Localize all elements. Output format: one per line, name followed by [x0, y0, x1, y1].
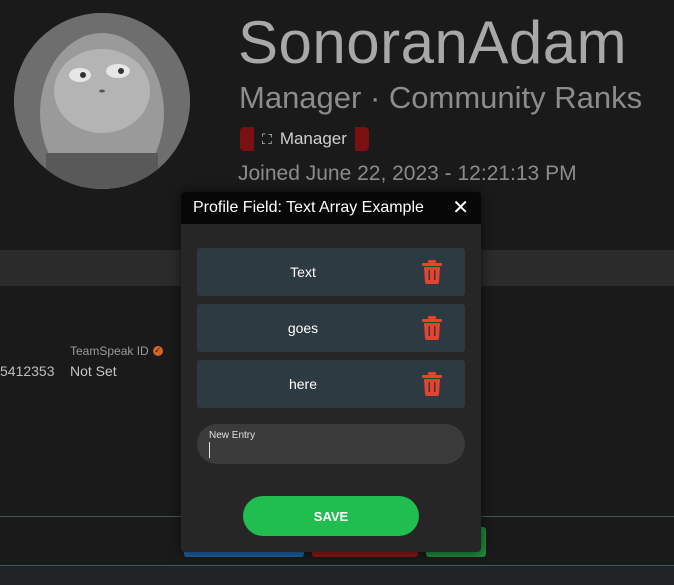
arrows-icon: ⛶ — [262, 130, 272, 147]
list-item: goes — [197, 304, 465, 352]
entry-text: goes — [287, 320, 319, 336]
trash-icon[interactable] — [421, 372, 443, 396]
new-entry-input[interactable] — [209, 442, 449, 458]
avatar — [14, 13, 190, 189]
badge-left-bracket — [240, 127, 254, 151]
new-entry-label: New Entry — [209, 430, 256, 441]
list-item: Text — [197, 248, 465, 296]
field-value-truncated: 5412353 — [0, 363, 55, 379]
profile-subtitle: Manager · Community Ranks — [239, 80, 643, 115]
teamspeak-label: TeamSpeak ID ✓ — [70, 344, 163, 358]
rank-badge: ⛶ Manager — [240, 126, 369, 152]
rank-badge-label: Manager — [279, 129, 347, 148]
badge-right-bracket — [354, 127, 369, 151]
modal-header: Profile Field: Text Array Example ✕ — [181, 192, 481, 224]
new-entry-field[interactable]: New Entry — [197, 424, 465, 464]
trash-icon[interactable] — [421, 316, 443, 340]
badge-body: ⛶ Manager — [254, 126, 355, 152]
trash-icon[interactable] — [421, 260, 443, 284]
modal-title: Profile Field: Text Array Example — [193, 199, 424, 216]
footer-strip — [0, 566, 674, 585]
close-icon[interactable]: ✕ — [452, 198, 469, 218]
profile-username: SonoranAdam — [238, 9, 628, 76]
avatar-image — [14, 13, 190, 189]
verified-icon: ✓ — [152, 346, 163, 356]
entry-text: here — [288, 376, 318, 392]
teamspeak-value: Not Set — [70, 363, 117, 379]
teamspeak-label-text: TeamSpeak ID — [70, 344, 149, 358]
text-array-modal: Profile Field: Text Array Example ✕ Text… — [181, 192, 481, 552]
list-item: here — [197, 360, 465, 408]
joined-date: Joined June 22, 2023 - 12:21:13 PM — [238, 162, 577, 185]
save-button[interactable]: SAVE — [243, 496, 419, 536]
entry-text: Text — [290, 264, 316, 280]
